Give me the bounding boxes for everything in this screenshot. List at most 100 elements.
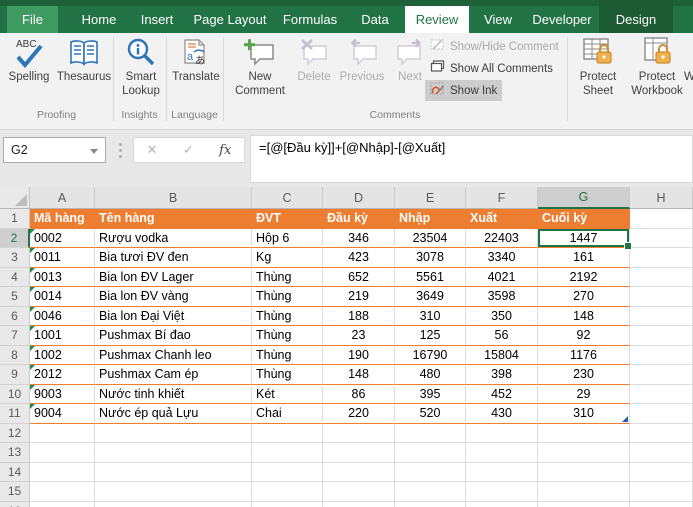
tab-file[interactable]: File [7,6,58,33]
cell-F6[interactable]: 350 [466,307,538,327]
cell-C16[interactable] [252,502,323,507]
cell-B2[interactable]: Rượu vodka [95,229,252,249]
column-header-D[interactable]: D [323,187,395,209]
cell-A7[interactable]: 1001 [30,326,95,346]
protect-workbook-button[interactable]: Protect Workbook [627,35,687,99]
cell-E9[interactable]: 480 [395,365,466,385]
name-box-dropdown-icon[interactable] [90,149,98,154]
cell-B13[interactable] [95,443,252,463]
cell-C6[interactable]: Thùng [252,307,323,327]
cell-C7[interactable]: Thùng [252,326,323,346]
cell-C3[interactable]: Kg [252,248,323,268]
cell-C12[interactable] [252,424,323,444]
cell-H9[interactable] [630,365,693,385]
select-all-button[interactable] [0,187,30,209]
cell-G3[interactable]: 161 [538,248,630,268]
cell-C9[interactable]: Thùng [252,365,323,385]
cell-A8[interactable]: 1002 [30,346,95,366]
cell-C13[interactable] [252,443,323,463]
cell-H4[interactable] [630,268,693,288]
cell-H5[interactable] [630,287,693,307]
cell-G1[interactable]: Cuối kỳ [538,209,630,229]
cell-C8[interactable]: Thùng [252,346,323,366]
cell-H2[interactable] [630,229,693,249]
tab-page-layout[interactable]: Page Layout [190,6,270,33]
cell-D3[interactable]: 423 [323,248,395,268]
name-box[interactable]: G2 [3,137,106,163]
cell-C10[interactable]: Két [252,385,323,405]
column-header-C[interactable]: C [252,187,323,209]
cell-B5[interactable]: Bia lon ĐV vàng [95,287,252,307]
cell-D16[interactable] [323,502,395,507]
cell-A6[interactable]: 0046 [30,307,95,327]
row-header-7[interactable]: 7 [0,326,30,346]
cell-F10[interactable]: 452 [466,385,538,405]
row-header-5[interactable]: 5 [0,287,30,307]
cell-A9[interactable]: 2012 [30,365,95,385]
cell-G16[interactable] [538,502,630,507]
cell-G2[interactable]: 1447 [538,229,630,249]
cell-H12[interactable] [630,424,693,444]
cell-F12[interactable] [466,424,538,444]
cell-A3[interactable]: 0011 [30,248,95,268]
smart-lookup-button[interactable]: Smart Lookup [118,35,164,99]
row-header-8[interactable]: 8 [0,346,30,366]
column-header-G[interactable]: G [538,187,630,209]
row-header-14[interactable]: 14 [0,463,30,483]
thesaurus-button[interactable]: Thesaurus [56,35,112,85]
cell-F11[interactable]: 430 [466,404,538,424]
cell-A16[interactable] [30,502,95,507]
cell-E7[interactable]: 125 [395,326,466,346]
cancel-icon[interactable]: ✕ [147,142,158,158]
cell-D2[interactable]: 346 [323,229,395,249]
cell-B6[interactable]: Bia lon Đại Việt [95,307,252,327]
cell-F5[interactable]: 3598 [466,287,538,307]
cell-A12[interactable] [30,424,95,444]
row-header-3[interactable]: 3 [0,248,30,268]
new-comment-button[interactable]: New Comment [229,35,291,99]
cell-C14[interactable] [252,463,323,483]
next-comment-button[interactable]: Next [390,35,430,85]
cell-E10[interactable]: 395 [395,385,466,405]
row-header-13[interactable]: 13 [0,443,30,463]
cell-B15[interactable] [95,482,252,502]
row-header-4[interactable]: 4 [0,268,30,288]
row-header-15[interactable]: 15 [0,482,30,502]
protect-sheet-button[interactable]: Protect Sheet [572,35,624,99]
cell-D12[interactable] [323,424,395,444]
cell-F1[interactable]: Xuất [466,209,538,229]
cell-E6[interactable]: 310 [395,307,466,327]
tab-home[interactable]: Home [72,6,126,33]
cell-E5[interactable]: 3649 [395,287,466,307]
show-all-comments-button[interactable]: Show All Comments [425,58,558,79]
cell-D14[interactable] [323,463,395,483]
cell-E12[interactable] [395,424,466,444]
tab-data[interactable]: Data [350,6,400,33]
cell-D7[interactable]: 23 [323,326,395,346]
cell-B8[interactable]: Pushmax Chanh leo [95,346,252,366]
cell-H1[interactable] [630,209,693,229]
tab-formulas[interactable]: Formulas [277,6,343,33]
cell-E16[interactable] [395,502,466,507]
cell-F8[interactable]: 15804 [466,346,538,366]
row-header-16[interactable]: 16 [0,502,30,507]
cell-E15[interactable] [395,482,466,502]
cell-A15[interactable] [30,482,95,502]
cell-A11[interactable]: 9004 [30,404,95,424]
cell-H16[interactable] [630,502,693,507]
previous-comment-button[interactable]: Previous [336,35,388,85]
cell-G4[interactable]: 2192 [538,268,630,288]
tab-insert[interactable]: Insert [131,6,183,33]
cell-D15[interactable] [323,482,395,502]
column-header-B[interactable]: B [95,187,252,209]
cell-G8[interactable]: 1176 [538,346,630,366]
cell-E13[interactable] [395,443,466,463]
cell-B11[interactable]: Nước ép quả Lựu [95,404,252,424]
cell-C4[interactable]: Thùng [252,268,323,288]
cell-B16[interactable] [95,502,252,507]
row-header-1[interactable]: 1 [0,209,30,229]
cell-D4[interactable]: 652 [323,268,395,288]
cell-G11[interactable]: 310 [538,404,630,424]
cell-D6[interactable]: 188 [323,307,395,327]
show-ink-button[interactable]: Show Ink [425,80,502,101]
